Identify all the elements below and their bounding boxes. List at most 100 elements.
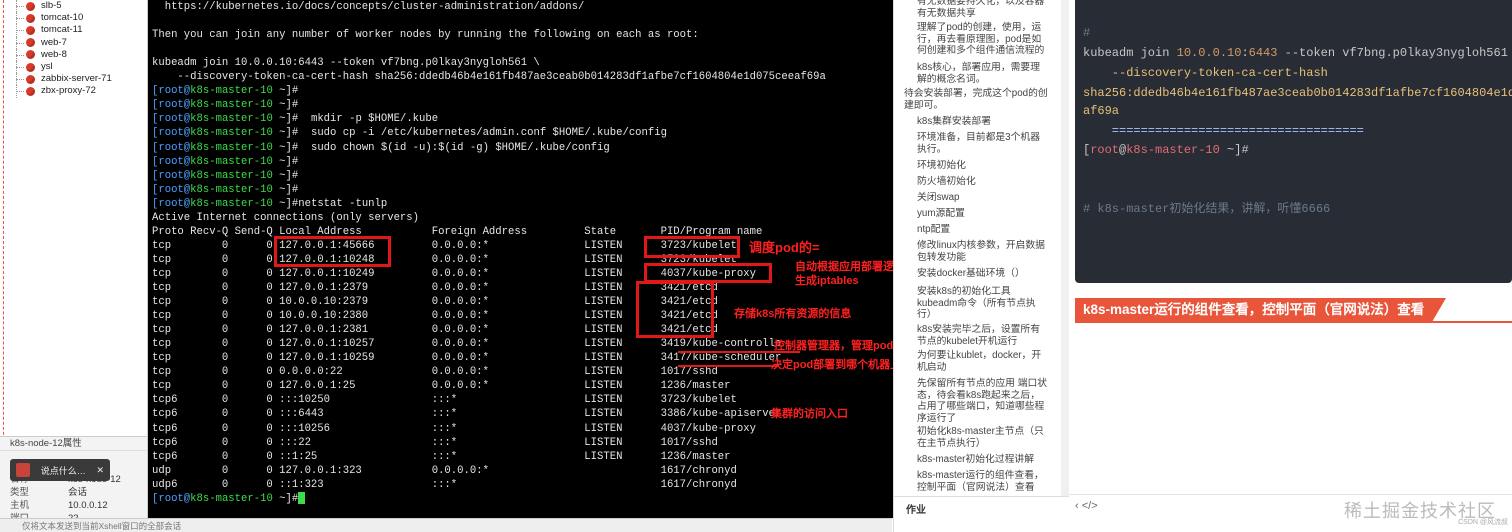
code-line: kubeadm join 10.0.0.10:6443 --token vf7b…	[1083, 46, 1512, 60]
toc-item[interactable]: 环境准备，目前都是3个机器执行。	[894, 132, 1054, 155]
toast-text: 说点什么…	[40, 465, 86, 476]
underline-scheduler	[678, 365, 778, 367]
toc-item[interactable]: 关闭swap	[894, 192, 1054, 204]
property-row: 类型 会话	[0, 486, 147, 499]
prompt-suffix: ~]#	[272, 197, 299, 210]
annotation-controller: 控制器管理器，管理pod部署类型	[774, 340, 893, 352]
terminal-line: Then you can join any number of worker n…	[152, 28, 699, 42]
terminal-window[interactable]: [root@k8s-master-10 ~]# udp6 0 0 ::1:323 …	[148, 0, 893, 518]
session-tree-item[interactable]: slb-5	[10, 0, 147, 13]
property-value: 会话	[68, 487, 88, 498]
terminal-line: [root@k8s-master-10 ~]#	[152, 99, 299, 112]
terminal-line: [root@k8s-master-10 ~]#	[152, 155, 299, 168]
session-icon	[26, 38, 35, 48]
close-icon[interactable]: ✕	[96, 465, 104, 476]
terminal-line: tcp6 0 0 :::6443 :::* LISTEN 3386/kube-a…	[152, 407, 781, 421]
toc-item[interactable]: k8s安装完毕之后，设置所有节点的kubelet开机运行	[894, 324, 1054, 347]
toc-item[interactable]: 为何要让kublet，docker，开机启动	[894, 350, 1054, 373]
comment-toast[interactable]: 说点什么… ✕	[10, 459, 110, 481]
property-key: 类型	[10, 487, 30, 498]
toc-item[interactable]: 先保留所有节点的应用 端口状态，待会看k8s跑起来之后，占用了哪些端口，知道哪些…	[894, 378, 1054, 424]
prompt-user: root	[158, 197, 184, 210]
red-guide-line	[3, 0, 4, 470]
session-icon	[26, 1, 35, 11]
prompt-suffix: ~]#	[272, 85, 299, 98]
highlight-etcd-box	[636, 281, 714, 338]
terminal-text: sudo chown $(id -u):$(id -g) $HOME/.kube…	[298, 141, 610, 154]
article-panel: # kubeadm join 10.0.0.10:6443 --token vf…	[1069, 0, 1512, 532]
terminal-line: kubeadm join 10.0.0.10:6443 --token vf7b…	[152, 56, 540, 70]
editor-nav-icons[interactable]: ‹ </>	[1075, 500, 1098, 512]
toc-scrollbar[interactable]	[1061, 0, 1069, 532]
prompt-host: k8s-master-10	[190, 183, 273, 196]
annotation-kubelet: 调度pod的=	[749, 240, 820, 255]
terminal-text: --discovery-token-ca-cert-hash sha256:dd…	[152, 71, 826, 84]
toc-item[interactable]: ntp配置	[894, 224, 1054, 236]
session-label: zabbix-server-71	[41, 73, 112, 85]
terminal-text: tcp 0 0 127.0.0.1:10257 0.0.0.0:* LISTEN…	[152, 338, 782, 351]
session-tree-item[interactable]: tomcat-10	[10, 12, 147, 25]
session-tree-item[interactable]: ysl	[10, 60, 147, 74]
annotation-proxy-line2: 生成iptables	[795, 275, 859, 287]
toc-item[interactable]: k8s-master运行的组件查看，控制平面（官网说法）查看	[894, 470, 1054, 493]
session-tree-item[interactable]: zbx-proxy-72	[10, 85, 147, 98]
terminal-line: tcp 0 0 127.0.0.1:2379 0.0.0.0:* LISTEN …	[152, 281, 718, 295]
session-tree-item[interactable]: zabbix-server-71	[10, 73, 147, 86]
toc-item[interactable]: 待会安装部署，完成这个pod的创建即可。	[894, 88, 1054, 111]
toc-item[interactable]: k8s-master初始化过程讲解	[894, 454, 1054, 466]
prompt-user: root	[158, 141, 184, 154]
prompt-suffix: ~]#	[272, 155, 299, 168]
toc-item[interactable]: 安装k8s的初始化工具kubeadm命令（所有节点执行）	[894, 286, 1054, 321]
highlight-kube-proxy-box	[644, 263, 772, 283]
tree-connector	[10, 0, 26, 13]
toc-item[interactable]: 环境初始化	[894, 160, 1054, 172]
toc-item[interactable]: 有无数据要持久化，以及容器有无数据共享	[894, 0, 1054, 19]
terminal-line: tcp 0 0 127.0.0.1:10257 0.0.0.0:* LISTEN…	[152, 337, 781, 351]
session-tree-item[interactable]: tomcat-11	[10, 24, 147, 37]
toc-item[interactable]: yum源配置	[894, 208, 1054, 220]
prompt-suffix: ~]#	[272, 169, 299, 182]
toc-item[interactable]: 安装docker基础环境（）	[894, 268, 1054, 280]
prompt-host: k8s-master-10	[190, 155, 273, 168]
session-icon	[26, 13, 35, 23]
terminal-line: tcp6 0 0 ::1:25 :::* LISTEN 1236/master	[152, 450, 731, 464]
terminal-text: udp6 0 0 ::1:323 :::* 1617/chronyd	[152, 478, 737, 491]
code-line: --discovery-token-ca-cert-hash	[1083, 66, 1328, 80]
toc-item[interactable]: 初始化k8s-master主节点（只在主节点执行）	[894, 426, 1054, 449]
code-block: # kubeadm join 10.0.0.10:6443 --token vf…	[1075, 0, 1512, 283]
terminal-line: Active Internet connections (only server…	[152, 211, 419, 225]
terminal-line: tcp 0 0 10.0.0.10:2379 0.0.0.0:* LISTEN …	[152, 295, 718, 309]
code-line: # k8s-master初始化结果，讲解，听懂6666	[1083, 202, 1331, 216]
terminal-text: tcp 0 0 0.0.0.0:22 0.0.0.0:* LISTEN 1017…	[152, 366, 718, 379]
session-manager-panel: slb-5 tomcat-10 tomcat-11 web-7 web-8 ysl zabb…	[0, 0, 148, 532]
tree-connector	[10, 73, 26, 86]
annotation-etcd: 存储k8s所有资源的信息	[734, 308, 852, 320]
tree-connector	[10, 36, 26, 49]
prompt-user: root	[158, 85, 184, 98]
tree-connector	[10, 12, 26, 25]
code-line: ===================================	[1083, 124, 1364, 138]
terminal-line: tcp 0 0 127.0.0.1:10259 0.0.0.0:* LISTEN…	[152, 351, 781, 365]
highlight-local-address-box	[274, 236, 391, 267]
heading-underline	[1075, 321, 1512, 323]
session-tree-item[interactable]: web-7	[10, 36, 147, 49]
toc-item[interactable]: k8s集群安装部署	[894, 116, 1054, 128]
toc-item[interactable]: k8s核心，部署应用，需要理解的概念名词。	[894, 62, 1054, 85]
toc-item[interactable]: 防火墙初始化	[894, 176, 1054, 188]
terminal-text: tcp6 0 0 ::1:25 :::* LISTEN 1236/master	[152, 450, 731, 463]
terminal-text: Active Internet connections (only server…	[152, 211, 420, 224]
session-label: web-8	[41, 48, 67, 60]
code-line: sha256:ddedb46b4e161fb487ae3ceab0b014283…	[1083, 86, 1512, 100]
session-tree-item[interactable]: web-8	[10, 48, 147, 62]
tree-connector	[10, 48, 26, 62]
terminal-line: [root@k8s-master-10 ~]#	[152, 491, 306, 506]
terminal-text: mkdir -p $HOME/.kube	[298, 113, 439, 126]
toc-item[interactable]: 修改linux内核参数，开启数据包转发功能	[894, 240, 1054, 263]
terminal-line: udp 0 0 127.0.0.1:323 0.0.0.0:* 1617/chr…	[152, 464, 737, 478]
toc-item[interactable]: 理解了pod的创建，使用，运行，再去看原理图，pod是如何创建和多个组件通信流程…	[894, 22, 1054, 57]
toc-footer[interactable]: 作业	[894, 496, 1069, 532]
session-label: web-7	[41, 36, 67, 48]
terminal-text: tcp 0 0 127.0.0.1:2379 0.0.0.0:* LISTEN …	[152, 282, 718, 294]
tree-connector	[10, 85, 26, 98]
terminal-line: tcp 0 0 10.0.0.10:2380 0.0.0.0:* LISTEN …	[152, 309, 718, 323]
